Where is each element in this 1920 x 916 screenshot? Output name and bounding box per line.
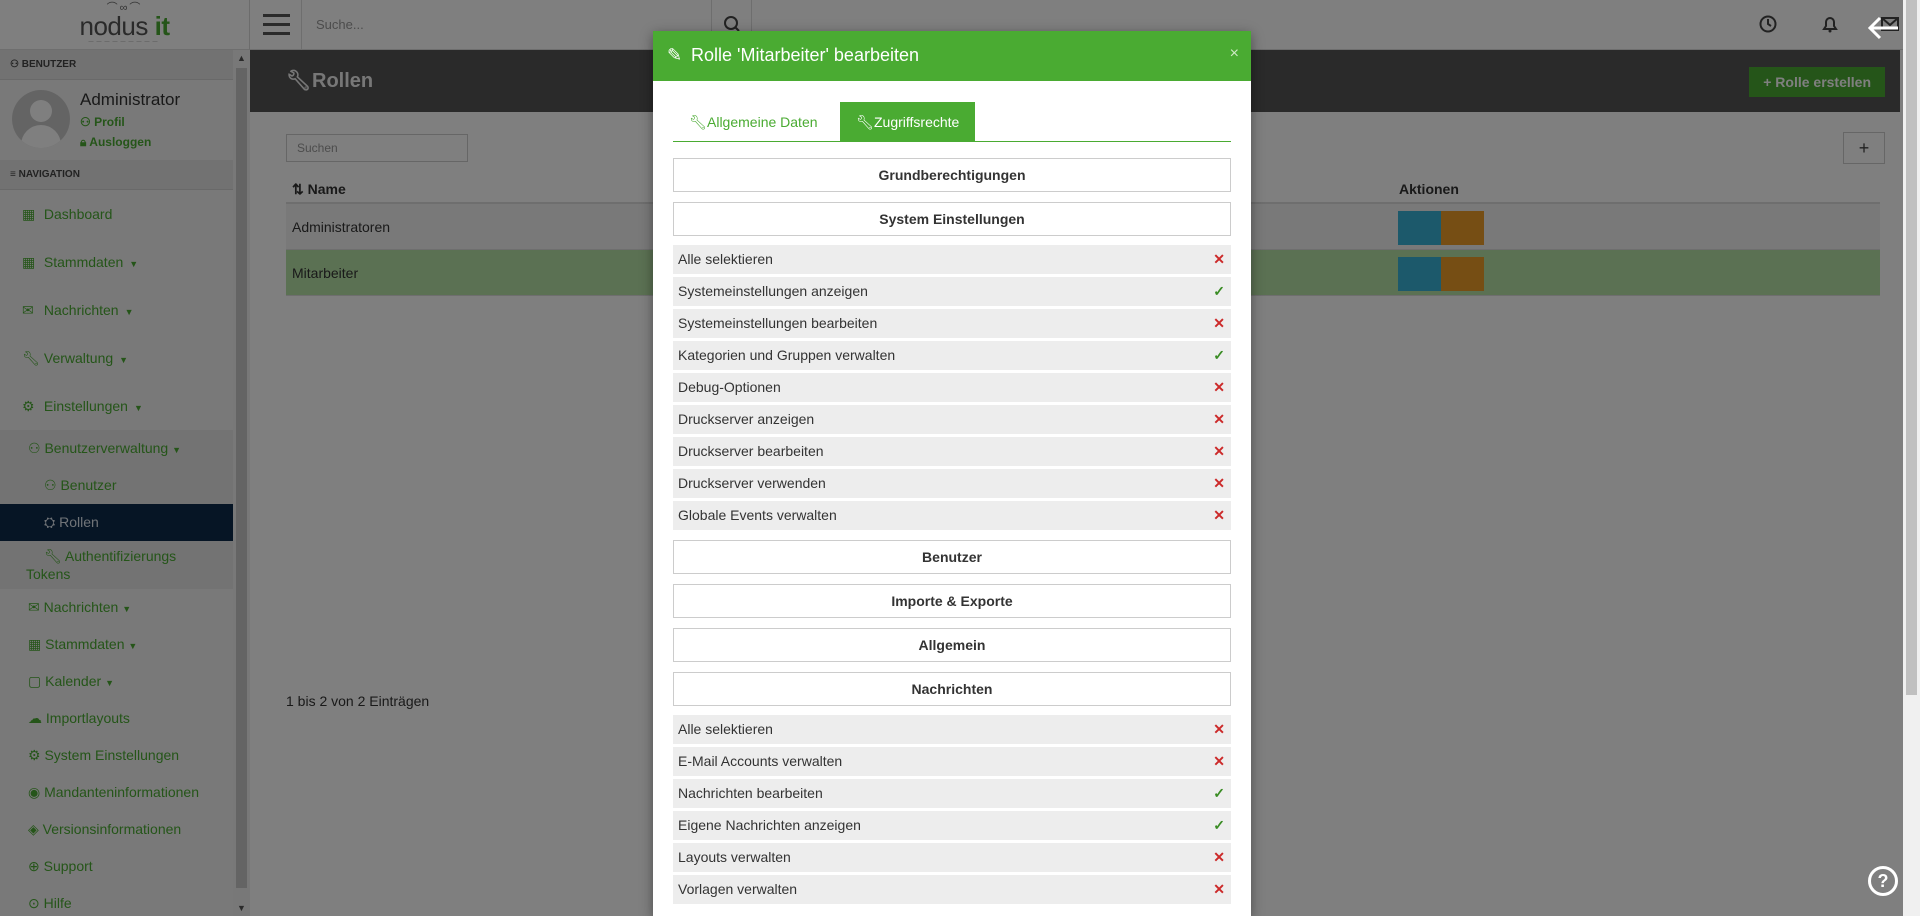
cross-icon[interactable]: ✕: [1213, 875, 1225, 904]
page-scrollbar[interactable]: [1903, 0, 1920, 916]
permission-item[interactable]: Debug-Optionen ✕: [673, 373, 1231, 402]
permission-item[interactable]: Kategorien und Gruppen verwalten ✓: [673, 341, 1231, 370]
modal-title: Rolle 'Mitarbeiter' bearbeiten: [691, 45, 919, 65]
close-button[interactable]: ×: [1230, 45, 1239, 63]
page-scroll-thumb[interactable]: [1906, 0, 1917, 695]
section-importe-exporte[interactable]: Importe & Exporte: [673, 584, 1231, 618]
permission-item[interactable]: Systemeinstellungen bearbeiten ✕: [673, 309, 1231, 338]
check-icon[interactable]: ✓: [1213, 811, 1225, 840]
cross-icon[interactable]: ✕: [1213, 373, 1225, 402]
permission-item[interactable]: Druckserver bearbeiten ✕: [673, 437, 1231, 466]
message-permissions-list: Alle selektieren ✕ E-Mail Accounts verwalt…: [673, 715, 1231, 904]
cross-icon[interactable]: ✕: [1213, 747, 1225, 776]
check-icon[interactable]: ✓: [1213, 779, 1225, 808]
section-allgemein[interactable]: Allgemein: [673, 628, 1231, 662]
permission-item[interactable]: Druckserver anzeigen ✕: [673, 405, 1231, 434]
permission-label: Layouts verwalten: [678, 849, 791, 865]
permission-item[interactable]: E-Mail Accounts verwalten ✕: [673, 747, 1231, 776]
permission-label: Systemeinstellungen anzeigen: [678, 283, 868, 299]
permission-label: Druckserver verwenden: [678, 475, 826, 491]
permission-label: Systemeinstellungen bearbeiten: [678, 315, 878, 331]
cross-icon[interactable]: ✕: [1213, 469, 1225, 498]
check-icon[interactable]: ✓: [1213, 277, 1225, 306]
modal-header: ✎ Rolle 'Mitarbeiter' bearbeiten ×: [653, 31, 1251, 81]
modal-tabs: 🔧︎Allgemeine Daten 🔧︎Zugriffsrechte: [673, 102, 1231, 142]
permission-item[interactable]: Eigene Nachrichten anzeigen ✓: [673, 811, 1231, 840]
cross-icon[interactable]: ✕: [1213, 843, 1225, 872]
tab-allgemeine-daten[interactable]: 🔧︎Allgemeine Daten: [673, 102, 834, 142]
wrench-icon: 🔧︎: [689, 114, 707, 130]
permission-item[interactable]: Vorlagen verwalten ✕: [673, 875, 1231, 904]
help-button[interactable]: ?: [1868, 866, 1898, 896]
permission-label: Alle selektieren: [678, 721, 773, 737]
permission-item[interactable]: Druckserver verwenden ✕: [673, 469, 1231, 498]
permission-label: Nachrichten bearbeiten: [678, 785, 823, 801]
system-permissions-list: Alle selektieren ✕ Systemeinstellungen anz…: [673, 245, 1231, 530]
permission-item[interactable]: Alle selektieren ✕: [673, 245, 1231, 274]
permission-label: Kategorien und Gruppen verwalten: [678, 347, 896, 363]
permission-label: Debug-Optionen: [678, 379, 781, 395]
tab-zugriffsrechte[interactable]: 🔧︎Zugriffsrechte: [840, 102, 976, 142]
section-grundberechtigungen[interactable]: Grundberechtigungen: [673, 158, 1231, 192]
cross-icon[interactable]: ✕: [1213, 437, 1225, 466]
edit-role-modal: ✎ Rolle 'Mitarbeiter' bearbeiten × 🔧︎Allg…: [653, 31, 1251, 916]
section-benutzer[interactable]: Benutzer: [673, 540, 1231, 574]
cross-icon[interactable]: ✕: [1213, 715, 1225, 744]
back-arrow-icon[interactable]: [1866, 16, 1900, 40]
permission-item[interactable]: Systemeinstellungen anzeigen ✓: [673, 277, 1231, 306]
permission-item[interactable]: Nachrichten bearbeiten ✓: [673, 779, 1231, 808]
section-nachrichten[interactable]: Nachrichten: [673, 672, 1231, 706]
permission-label: Druckserver anzeigen: [678, 411, 815, 427]
permission-label: Globale Events verwalten: [678, 507, 837, 523]
permission-label: Eigene Nachrichten anzeigen: [678, 817, 861, 833]
section-system-einstellungen[interactable]: System Einstellungen: [673, 202, 1231, 236]
check-icon[interactable]: ✓: [1213, 341, 1225, 370]
cross-icon[interactable]: ✕: [1213, 245, 1225, 274]
wrench-icon: 🔧︎: [856, 114, 874, 130]
permissions-panel: Grundberechtigungen System Einstellungen…: [673, 158, 1231, 914]
permission-label: Alle selektieren: [678, 251, 773, 267]
permission-label: Druckserver bearbeiten: [678, 443, 824, 459]
permission-label: Vorlagen verwalten: [678, 881, 798, 897]
cross-icon[interactable]: ✕: [1213, 405, 1225, 434]
cross-icon[interactable]: ✕: [1213, 309, 1225, 338]
pencil-icon: ✎: [667, 45, 683, 65]
permission-label: E-Mail Accounts verwalten: [678, 753, 843, 769]
permission-item[interactable]: Layouts verwalten ✕: [673, 843, 1231, 872]
permission-item[interactable]: Globale Events verwalten ✕: [673, 501, 1231, 530]
cross-icon[interactable]: ✕: [1213, 501, 1225, 530]
permission-item[interactable]: Alle selektieren ✕: [673, 715, 1231, 744]
